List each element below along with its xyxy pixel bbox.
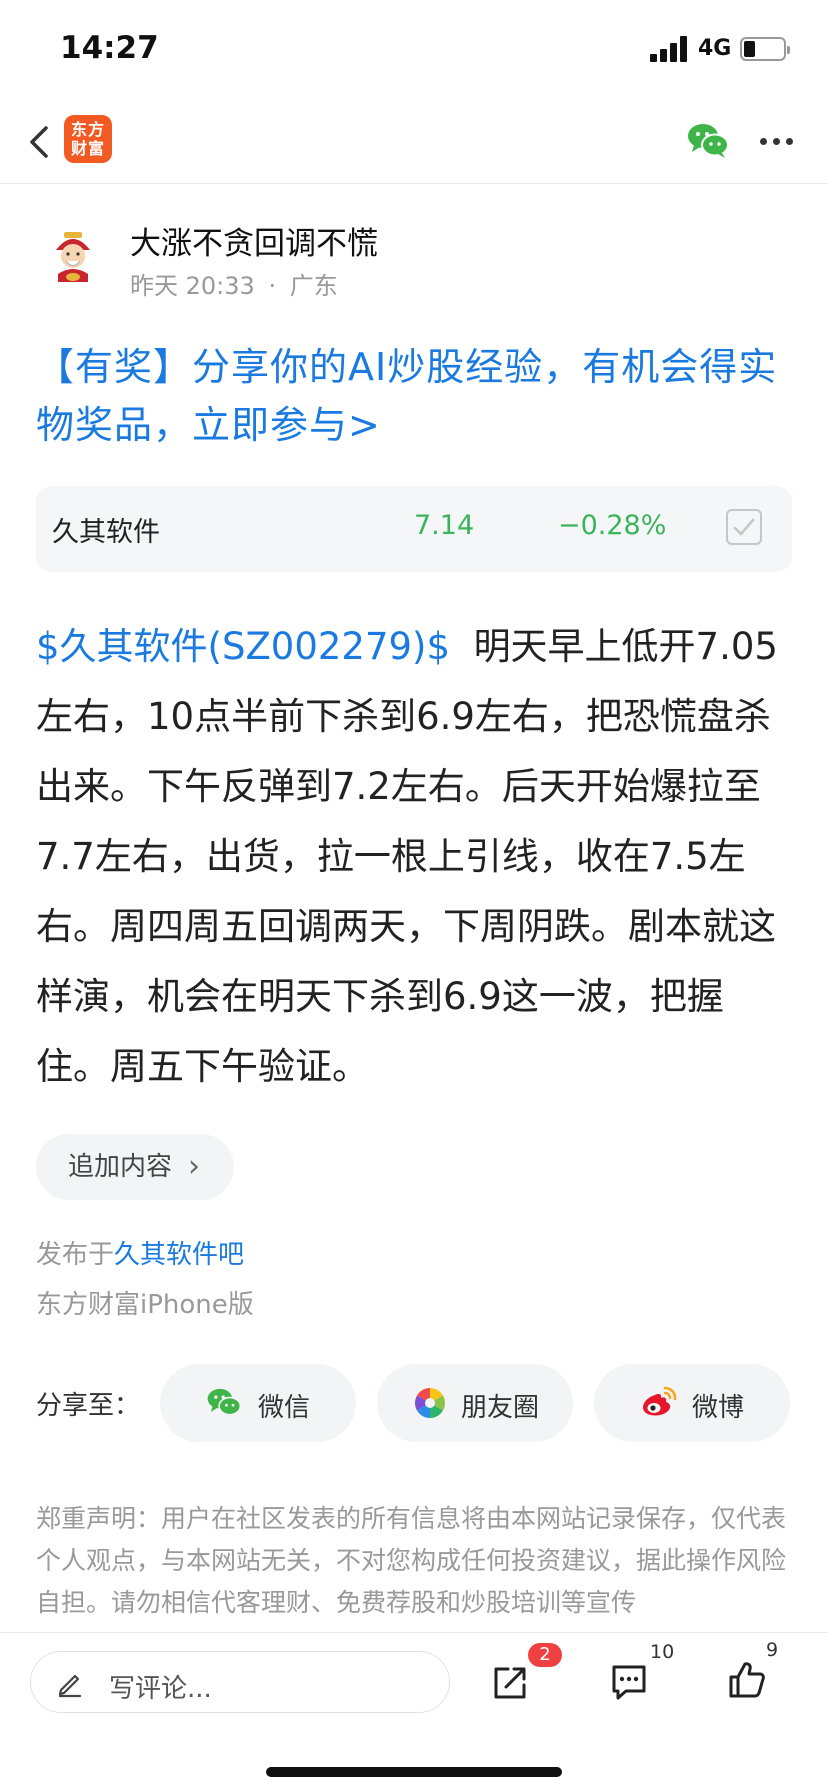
home-indicator (266, 1767, 562, 1777)
comment-input[interactable]: 写评论... (30, 1651, 450, 1713)
disclaimer: 郑重声明：用户在社区发表的所有信息将由本网站记录保存，仅代表个人观点，与本网站无… (36, 1504, 787, 1617)
share-wechat-label: 微信 (258, 1393, 311, 1423)
share-moments-label: 朋友圈 (461, 1393, 540, 1423)
append-label: 追加内容 (68, 1152, 173, 1182)
pen-icon (58, 1674, 82, 1698)
check-icon (733, 518, 755, 536)
promo-link[interactable]: 【有奖】分享你的AI炒股经验，有机会得实物奖品，立即参与> (36, 338, 796, 454)
signal-icon (650, 36, 690, 62)
append-content-button[interactable]: 追加内容 › (36, 1134, 234, 1200)
publish-prefix: 发布于 (36, 1240, 115, 1270)
author-name[interactable]: 大涨不贪回调不慌 (130, 218, 378, 263)
share-icon[interactable] (490, 1663, 530, 1703)
stock-name: 久其软件 (52, 517, 160, 548)
share-wechat-button[interactable]: 微信 (160, 1364, 356, 1442)
chevron-right-icon: › (188, 1149, 200, 1184)
status-bar: 14:27 4G (0, 0, 828, 100)
post-text: 明天早上低开7.05左右，10点半前下杀到6.9左右，把恐慌盘杀出来。下午反弹到… (36, 625, 778, 1088)
share-moments-button[interactable]: 朋友圈 (377, 1364, 573, 1442)
stock-bar-link[interactable]: 久其软件吧 (114, 1240, 244, 1270)
post-body: $久其软件(SZ002279)$ 明天早上低开7.05左右，10点半前下杀到6.… (36, 612, 796, 1102)
share-weibo-button[interactable]: 微博 (594, 1364, 790, 1442)
nav-bar: 东方 财富 (0, 100, 828, 184)
share-weibo-label: 微博 (692, 1393, 745, 1423)
stock-tag-link[interactable]: $久其软件(SZ002279)$ (36, 625, 450, 668)
post-meta: 昨天 20:33 · 广东 (130, 266, 338, 301)
publish-info: 发布于久其软件吧 (36, 1234, 244, 1271)
battery-icon (740, 37, 790, 61)
avatar[interactable] (42, 224, 104, 286)
weibo-icon (643, 1386, 677, 1416)
like-count: 9 (766, 1639, 779, 1661)
comment-count: 10 (650, 1641, 675, 1663)
share-label: 分享至： (36, 1391, 141, 1421)
bottom-bar: 写评论... 2 10 9 (0, 1632, 828, 1792)
moments-icon (415, 1388, 445, 1418)
stock-price: 7.14 (414, 510, 475, 541)
comment-icon[interactable] (608, 1661, 650, 1703)
wechat-icon[interactable] (686, 120, 730, 160)
back-icon[interactable] (24, 120, 60, 164)
battery-level (744, 41, 755, 57)
meta-separator: · (268, 272, 277, 300)
app-logo[interactable]: 东方 财富 (64, 115, 112, 163)
network-label: 4G (698, 36, 732, 61)
more-icon[interactable] (760, 138, 794, 146)
client-info: 东方财富iPhone版 (36, 1290, 254, 1320)
post-location: 广东 (289, 272, 338, 300)
wechat-icon (207, 1388, 242, 1416)
logo-line2: 财富 (70, 139, 105, 158)
stock-change: −0.28% (558, 510, 667, 541)
share-count-badge: 2 (528, 1643, 562, 1667)
like-icon[interactable] (726, 1659, 768, 1701)
comment-placeholder: 写评论... (109, 1674, 212, 1704)
logo-line1: 东方 (70, 120, 105, 139)
watchlist-checkbox[interactable] (726, 509, 762, 545)
post-time: 昨天 20:33 (130, 272, 255, 300)
stock-card[interactable]: 久其软件 7.14 −0.28% (36, 486, 792, 572)
status-time: 14:27 (60, 30, 159, 66)
